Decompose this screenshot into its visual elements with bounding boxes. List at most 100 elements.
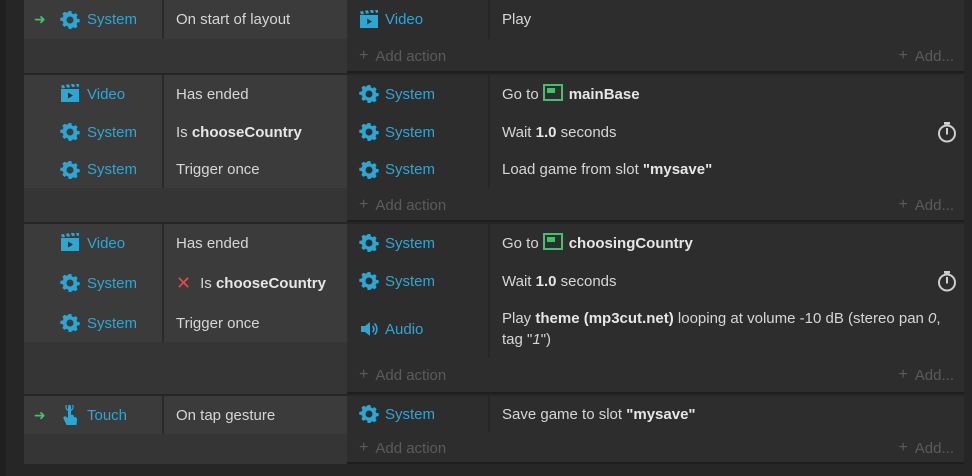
event-conditions[interactable]: ➜ System On start of layout [24,0,347,39]
condition-object-name: Video [87,85,126,103]
gear-icon [359,122,379,142]
action-text[interactable]: Play theme (mp3cut.net) looping at volum… [502,300,954,358]
gear-icon [359,271,379,291]
sheet-left-edge [0,0,6,476]
action-object-name: System [385,234,436,252]
condition-object-name: Video [87,234,126,252]
gear-icon [60,122,80,142]
conditions-empty-area[interactable] [24,188,347,222]
gear-icon [60,273,80,293]
event-actions[interactable]: System Save game to slot "mysave" + Add a… [347,396,964,462]
action-object-name: Audio [385,320,424,338]
layout-name: choosingCountry [568,234,693,252]
touch-icon [60,405,80,425]
action-text[interactable]: Wait 1.0 seconds [502,113,954,151]
action-row[interactable]: Video Play [347,0,964,39]
film-icon [359,10,379,30]
action-text[interactable]: Go to choosingCountry [502,224,954,262]
condition-row[interactable]: System ✕ Is chooseCountry [24,262,347,304]
event-block[interactable]: Video Has ended System ✕ Is chooseCountry… [24,224,964,394]
condition-object-name: System [87,11,138,28]
condition-row[interactable]: System Is chooseCountry [24,113,347,151]
event-block[interactable]: ➜ Touch On tap gesture System Save game … [24,396,964,464]
condition-row[interactable]: System Trigger once [24,304,347,342]
gear-icon [359,404,379,424]
speaker-icon [359,319,379,339]
add-action-button[interactable]: + Add action [359,39,446,73]
add-action-button[interactable]: + Add action [359,188,446,222]
add-more-button[interactable]: + Add... [898,358,954,392]
action-object-name: System [385,405,436,423]
action-text[interactable]: Wait 1.0 seconds [502,262,954,300]
event-block[interactable]: ➜ System On start of layout Video Play +… [24,0,964,73]
event-actions[interactable]: System Go to choosingCountry System Wait … [347,224,964,392]
condition-row[interactable]: Video Has ended [24,224,347,262]
condition-row[interactable]: System Trigger once [24,151,347,188]
condition-object-name: System [87,161,138,178]
add-action-button[interactable]: + Add action [359,358,446,392]
plus-icon: + [898,196,908,213]
stopwatch-icon [936,270,958,292]
event-actions[interactable]: Video Play + Add action + Add... [347,0,964,71]
add-action-button[interactable]: + Add action [359,432,446,464]
event-actions[interactable]: System Go to mainBase System Wait 1.0 sec… [347,75,964,220]
action-row[interactable]: Audio Play theme (mp3cut.net) looping at… [347,300,964,358]
event-conditions[interactable]: ➜ Touch On tap gesture [24,396,347,434]
condition-text[interactable]: Has ended [176,75,249,113]
action-text[interactable]: Save game to slot "mysave" [502,396,954,432]
event-block[interactable]: Video Has ended System Is chooseCountry … [24,75,964,222]
add-more-button[interactable]: + Add... [898,188,954,222]
stopwatch-icon [936,121,958,143]
condition-text[interactable]: Is chooseCountry [176,113,302,151]
event-conditions[interactable]: Video Has ended System Is chooseCountry … [24,75,347,188]
event-conditions[interactable]: Video Has ended System ✕ Is chooseCountry… [24,224,347,360]
action-object-name: System [385,123,436,141]
condition-row[interactable]: ➜ Touch On tap gesture [24,396,347,434]
trigger-arrow-icon: ➜ [34,406,46,423]
gear-icon [359,233,379,253]
gear-icon [60,10,80,30]
conditions-empty-area[interactable] [24,434,347,464]
action-row[interactable]: System Wait 1.0 seconds [347,113,964,151]
condition-object-name: System [87,123,138,141]
condition-object-name: Touch [87,406,128,424]
action-row[interactable]: System Go to choosingCountry [347,224,964,262]
condition-text[interactable]: ✕ Is chooseCountry [176,262,326,304]
condition-object-name: System [87,314,138,332]
trigger-arrow-icon: ➜ [34,11,46,27]
layout-name: mainBase [568,85,640,103]
conditions-empty-area[interactable] [24,342,347,394]
gear-icon [60,160,80,180]
plus-icon: + [359,366,369,383]
condition-text[interactable]: Trigger once [176,304,260,342]
action-row[interactable]: System Save game to slot "mysave" [347,396,964,432]
layout-icon [542,83,563,101]
plus-icon: + [359,196,369,213]
condition-row[interactable]: ➜ System On start of layout [24,0,347,39]
condition-text[interactable]: Trigger once [176,151,260,188]
action-row[interactable]: System Wait 1.0 seconds [347,262,964,300]
plus-icon: + [898,47,908,64]
action-text[interactable]: Load game from slot "mysave" [502,151,954,188]
plus-icon: + [898,366,908,383]
condition-text[interactable]: Has ended [176,224,249,262]
condition-text[interactable]: On tap gesture [176,396,275,434]
action-row[interactable]: System Load game from slot "mysave" [347,151,964,188]
action-object-name: Video [385,11,424,28]
action-text[interactable]: Play [502,0,954,39]
condition-text[interactable]: On start of layout [176,0,290,39]
action-row[interactable]: System Go to mainBase [347,75,964,113]
variable-name: chooseCountry [191,123,302,141]
layout-icon [542,232,563,250]
film-icon [60,84,80,104]
condition-object-name: System [87,274,138,292]
conditions-empty-area[interactable] [24,39,347,73]
action-object-name: System [385,272,436,290]
plus-icon: + [359,439,369,456]
condition-row[interactable]: Video Has ended [24,75,347,113]
add-more-button[interactable]: + Add... [898,39,954,73]
variable-name: chooseCountry [215,274,326,292]
add-more-button[interactable]: + Add... [898,432,954,464]
action-text[interactable]: Go to mainBase [502,75,954,113]
gear-icon [359,84,379,104]
